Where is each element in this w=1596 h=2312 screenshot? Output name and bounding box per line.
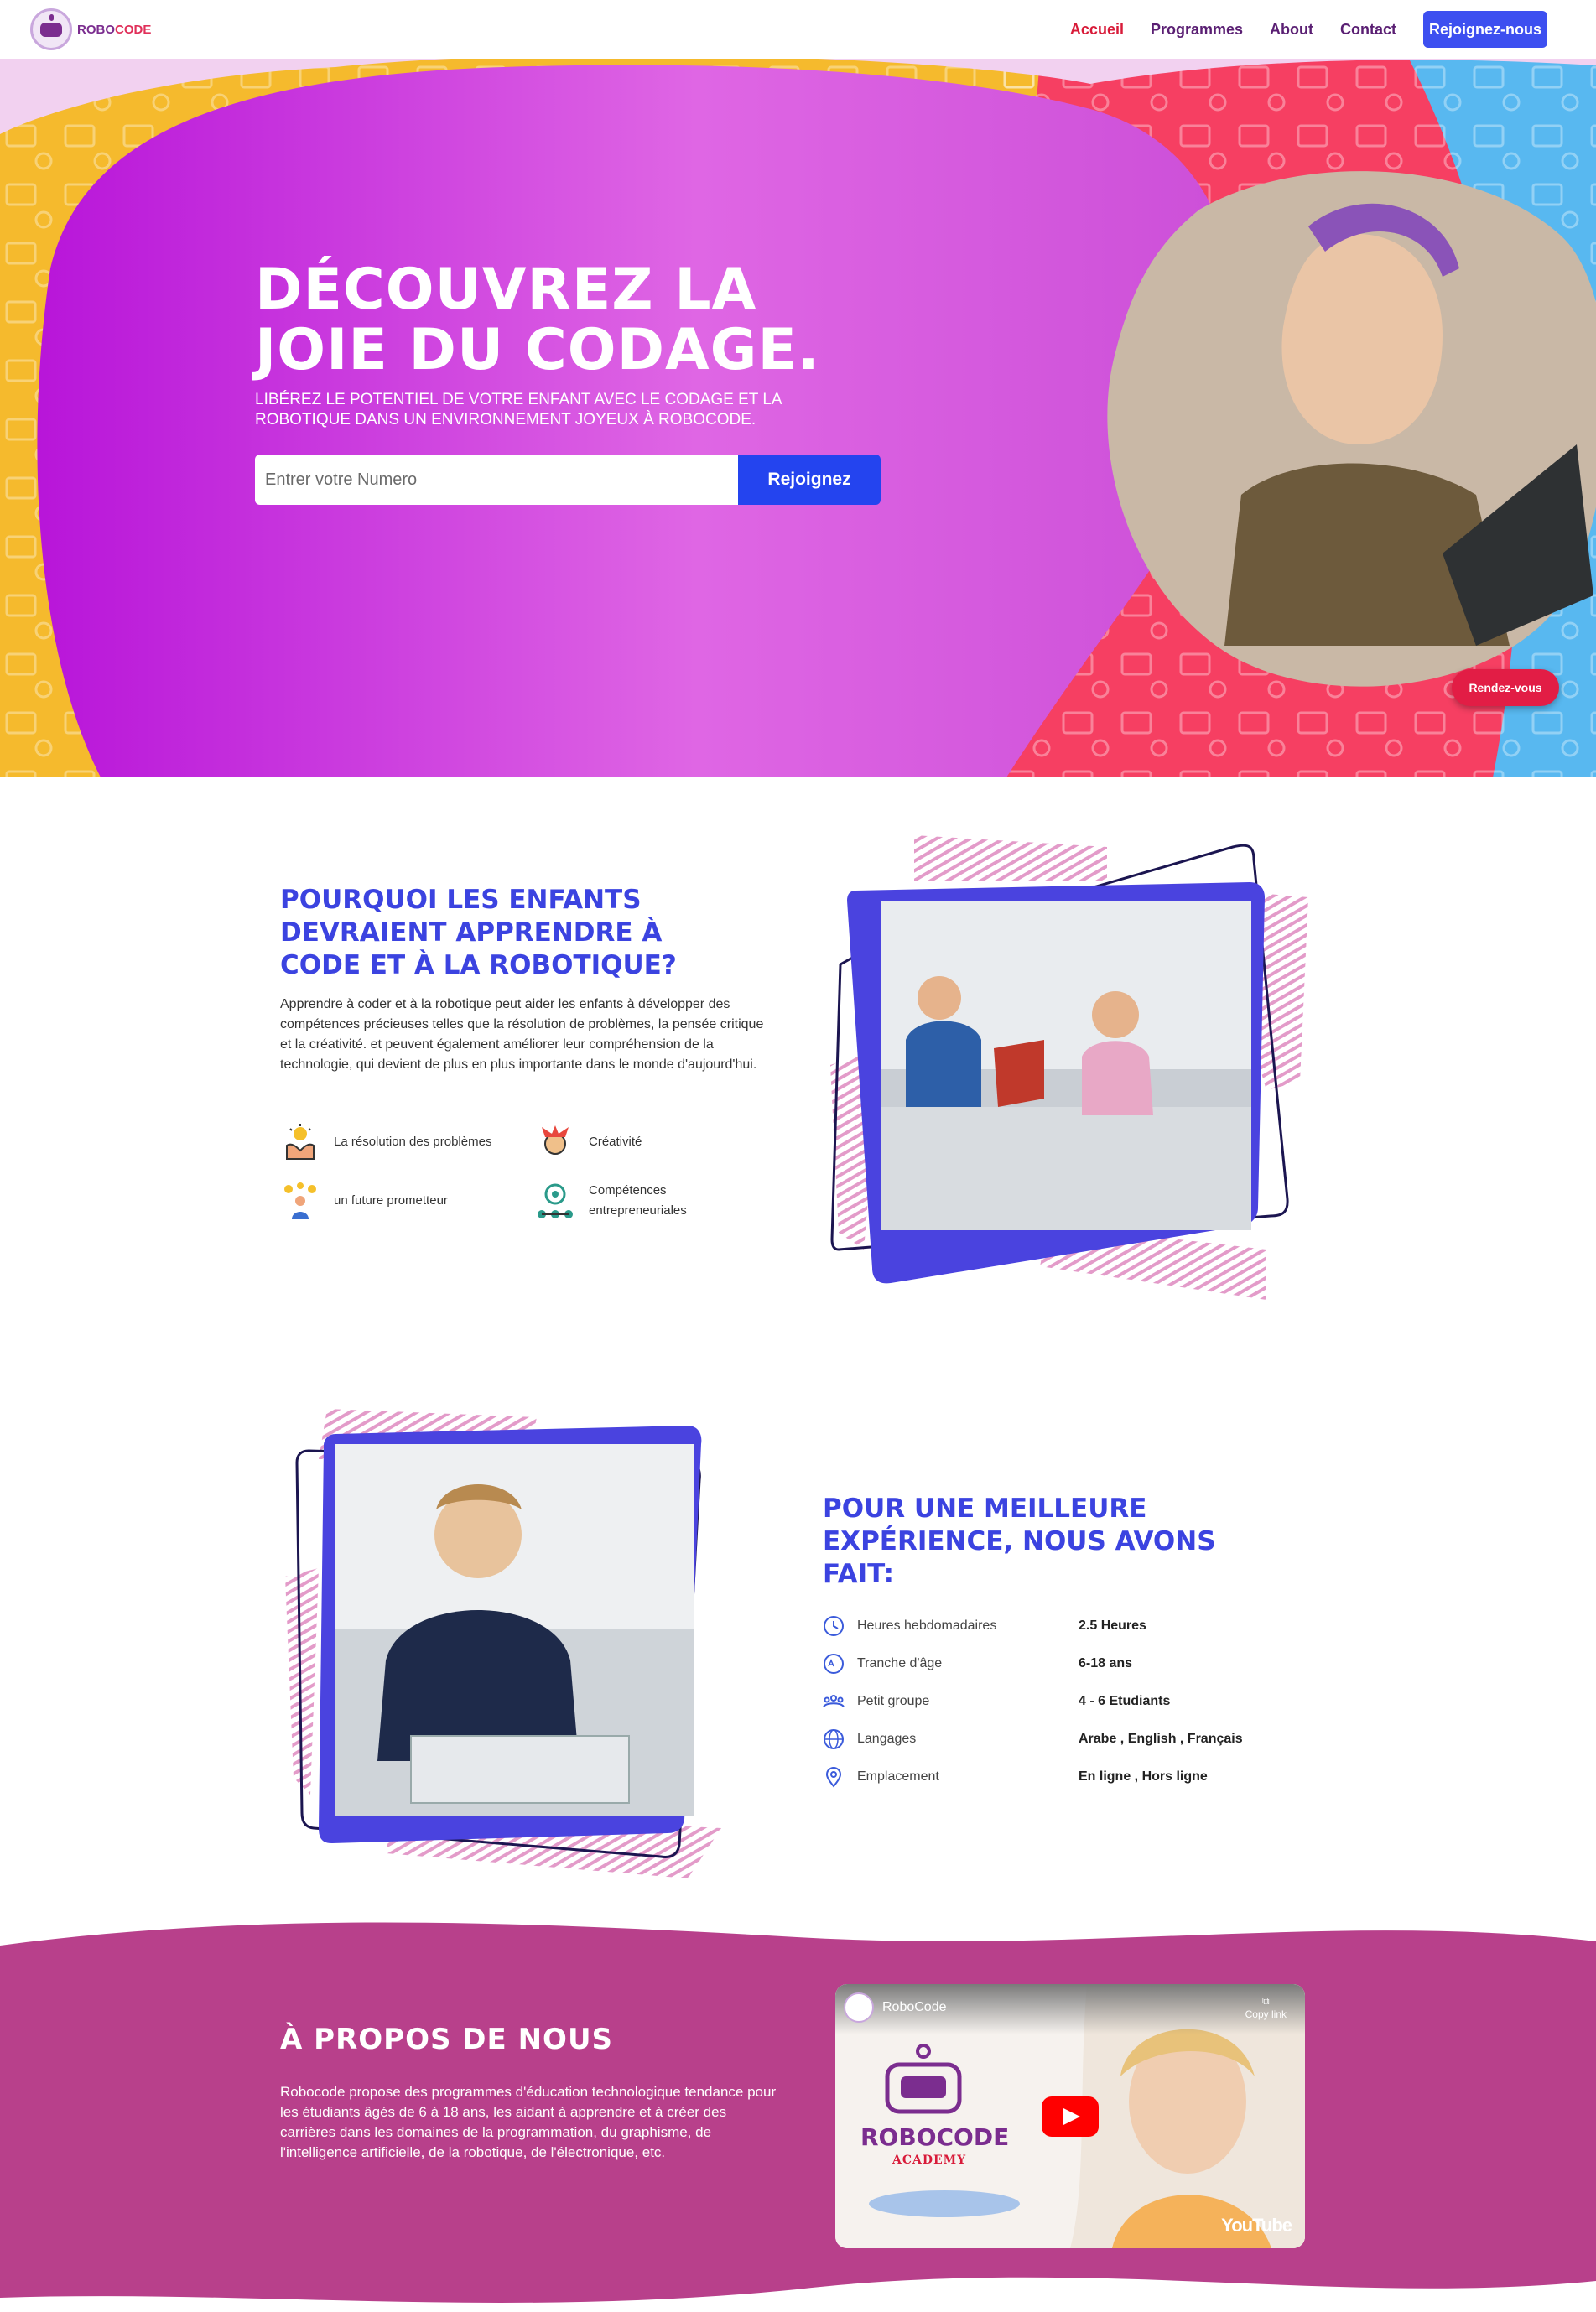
nav-accueil[interactable]: Accueil (1070, 21, 1124, 39)
hero-join-button[interactable]: Rejoignez (738, 455, 881, 505)
feature-label: Compétences entrepreneuriales (589, 1183, 687, 1218)
info-label: Emplacement (857, 1769, 939, 1784)
feature-creativity: Créativité (535, 1122, 736, 1162)
info-value: 4 - 6 Etudiants (1079, 1694, 1171, 1708)
page: ROBOCODE Accueil Programmes About Contac… (0, 0, 1596, 2312)
info-value: En ligne , Hors ligne (1079, 1769, 1208, 1784)
group-icon (823, 1695, 845, 1707)
logo-text-code: CODE (115, 22, 152, 37)
channel-name[interactable]: RoboCode (882, 2000, 947, 2015)
info-value: Arabe , English , Français (1079, 1732, 1243, 1746)
info-label: Petit groupe (857, 1694, 930, 1708)
logo-text: ROBOCODE (77, 23, 151, 37)
age-icon (824, 1654, 844, 1674)
hero-subtitle: LIBÉREZ LE POTENTIEL DE VOTRE ENFANT AVE… (255, 391, 782, 429)
nav-contact[interactable]: Contact (1340, 21, 1396, 39)
problem-solving-icon (286, 1124, 315, 1160)
globe-icon (824, 1729, 844, 1749)
creativity-icon (542, 1125, 569, 1155)
experience-section-photo-frame (285, 1409, 721, 1878)
experience-section-title: POUR UNE MEILLEURE EXPÉRIENCE, NOUS AVON… (823, 1494, 1216, 1589)
feature-entrepreneurial: Compétences entrepreneuriales (535, 1181, 736, 1221)
why-section-title: POURQUOI LES ENFANTS DEVRAIENT APPRENDRE… (280, 885, 677, 980)
robot-logo-icon (30, 8, 72, 50)
play-icon[interactable] (1042, 2096, 1099, 2137)
info-label: Tranche d'âge (857, 1656, 943, 1670)
entrepreneur-icon (538, 1183, 573, 1218)
hero-title: DÉCOUVREZ LA JOIE DU CODAGE. (255, 257, 820, 383)
copy-link-button[interactable]: ⧉ Copy link (1245, 1994, 1287, 2021)
hero-signup-form: Rejoignez (255, 455, 881, 505)
copy-icon: ⧉ (1262, 1995, 1270, 2007)
about-text: Robocode propose des programmes d'éducat… (280, 2084, 777, 2160)
about-section-background (0, 1922, 1596, 2303)
info-value: 6-18 ans (1079, 1656, 1133, 1670)
info-label: Langages (857, 1732, 917, 1746)
info-value: 2.5 Heures (1079, 1618, 1146, 1633)
nav-programmes[interactable]: Programmes (1151, 21, 1243, 39)
feature-label: Créativité (589, 1135, 642, 1149)
feature-future: un future prometteur (280, 1181, 523, 1221)
feature-problem-solving: La résolution des problèmes (280, 1122, 523, 1162)
youtube-logo[interactable]: YouTube (1221, 2215, 1292, 2237)
main-nav: Accueil Programmes About Contact Rejoign… (1070, 11, 1596, 48)
info-label: Heures hebdomadaires (857, 1618, 997, 1633)
feature-label: La résolution des problèmes (334, 1135, 492, 1149)
info-row-location: Emplacement En ligne , Hors ligne (822, 1764, 1409, 1790)
hero-section: DÉCOUVREZ LA JOIE DU CODAGE. LIBÉREZ LE … (0, 59, 1596, 777)
logo-text-robo: ROBO (77, 22, 115, 37)
info-row-age: Tranche d'âge 6-18 ans (822, 1651, 1409, 1676)
channel-avatar[interactable] (844, 1992, 874, 2023)
clock-icon (824, 1616, 844, 1636)
info-row-group: Petit groupe 4 - 6 Etudiants (822, 1689, 1409, 1714)
why-section-photo-frame (830, 835, 1308, 1300)
info-row-hours: Heures hebdomadaires 2.5 Heures (822, 1613, 1409, 1639)
future-icon (284, 1182, 316, 1219)
youtube-video-embed[interactable]: RoboCode ⧉ Copy link ROBOCODE ACADEMY Yo… (835, 1984, 1305, 2248)
location-icon (825, 1766, 842, 1788)
join-us-button[interactable]: Rejoignez-nous (1423, 11, 1547, 48)
why-section-text: Apprendre à coder et à la robotique peut… (280, 997, 764, 1072)
feature-label: un future prometteur (334, 1193, 448, 1208)
logo[interactable]: ROBOCODE (30, 8, 151, 50)
video-brand-text: ROBOCODE (860, 2123, 1010, 2151)
copy-link-label: Copy link (1245, 2008, 1287, 2020)
appointment-button[interactable]: Rendez-vous (1452, 669, 1559, 706)
info-row-languages: Langages Arabe , English , Français (822, 1727, 1409, 1752)
video-academy-text: ACADEMY (892, 2154, 967, 2167)
phone-number-input[interactable] (255, 455, 738, 505)
nav-about[interactable]: About (1270, 21, 1313, 39)
about-title: À PROPOS DE NOUS (280, 2023, 614, 2056)
site-header: ROBOCODE Accueil Programmes About Contac… (0, 0, 1596, 59)
